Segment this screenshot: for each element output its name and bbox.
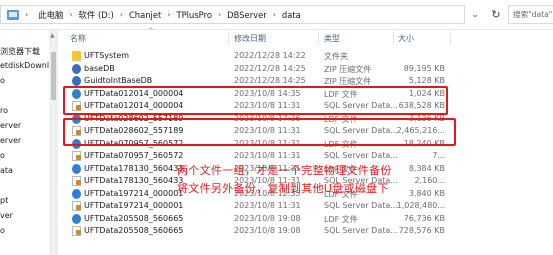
nav-item[interactable]: o [0,151,5,160]
column-divider[interactable] [318,31,319,45]
mdf-icon [72,226,81,236]
file-name: GuidtoIntBaseDB [84,76,153,85]
breadcrumb-data[interactable]: data [282,10,301,20]
file-type: LDF 文件 [324,214,358,224]
file-name: UFTData197214_000001 [84,201,184,210]
file-date: 2023/10/8 11:31 [234,201,301,210]
file-name: UFTData178130_560433 [84,176,184,185]
mdf-icon [72,176,81,186]
breadcrumb-drive-d[interactable]: 软件 (D:) [79,9,114,21]
file-name: UFTData178130_560433 [84,163,184,173]
file-row[interactable]: UFTData205508_560665 2023/10/8 19:08 LDF 文… [58,213,553,225]
column-divider[interactable] [393,31,394,45]
folder-icon [72,51,81,61]
address-bar-area: › 此电脑 › 软件 (D:) › Chanjet › TPlusPro › D… [0,0,553,30]
breadcrumb-dbserver[interactable]: DBServer [227,10,267,20]
chevron-down-icon: ⌄ [471,9,479,20]
file-date: 2023/10/8 19:08 [234,226,301,235]
nav-item[interactable]: 浏览器下载 [0,46,40,57]
refresh-icon: ↻ [491,8,501,21]
file-type: SQL Server Data... [324,151,398,160]
file-size: 89,195 KB [403,63,445,73]
file-row[interactable]: UFTData205508_560665 2023/10/8 19:08 SQL S… [58,225,553,237]
breadcrumb-tpluspro[interactable]: TPlusPro [177,10,212,20]
column-header-date[interactable]: 修改日期 [234,33,266,44]
nav-item[interactable]: o [0,76,5,85]
chevron-right-icon[interactable]: › [167,10,170,19]
nav-item[interactable]: o [0,226,5,235]
annotation-line-1: 两个文件一组，才是一个完整物理文件备份 [177,164,392,177]
highlight-box-group-1 [63,86,448,115]
file-name: UFTSystem [84,51,130,60]
file-type: 文件夹 [324,52,348,61]
file-name: UFTData205508_560665 [84,213,184,223]
nav-item[interactable]: erver [0,121,21,130]
navigation-pane: 浏览器下载 etdiskDownlc o ro erver erver o at… [0,30,52,255]
nav-item[interactable]: ata [0,166,13,175]
chevron-right-icon[interactable]: › [120,10,123,19]
zip-icon [72,76,81,86]
search-placeholder: 搜索"data" [513,10,553,19]
file-type: SQL Server Data... [324,226,398,235]
breadcrumb-this-pc[interactable]: 此电脑 [38,9,63,21]
scrollbar-thumb[interactable] [51,52,56,100]
breadcrumb: 此电脑 › 软件 (D:) › Chanjet › TPlusPro › DBS… [38,9,301,21]
column-header-row: ^ 名称 修改日期 类型 大小 [58,27,553,48]
ldf-icon [72,213,81,224]
file-name: UFTData205508_560665 [84,226,184,235]
file-row[interactable]: UFTData070957_560572 2023/10/8 11:31 SQL S… [58,150,553,162]
file-date: 2023/10/8 11:31 [234,151,301,160]
file-date: 2022/12/28 14:22 [234,51,306,60]
chevron-right-icon[interactable]: › [25,10,28,19]
nav-item[interactable]: pt [0,196,8,205]
this-pc-icon [7,9,19,20]
mdf-icon [72,201,81,211]
file-name: UFTData070957_560572 [84,151,184,160]
file-type: SQL Server Data... [324,201,398,210]
file-size: 2,160... [414,176,445,185]
search-input[interactable]: 搜索"data" [508,5,553,24]
file-row[interactable]: UFTSystem 2022/12/28 14:22 文件夹 [58,50,553,62]
zip-icon [72,63,81,74]
column-divider[interactable] [228,31,229,45]
file-size: 7... [432,151,445,160]
history-dropdown-button[interactable]: ⌄ [465,5,485,24]
scroll-up-icon[interactable]: ▲ [50,32,55,39]
file-date: 2022/12/28 14:25 [234,76,306,85]
file-size: 76,736 KB [403,213,445,223]
nav-item[interactable]: etdiskDownlc [0,61,52,70]
sort-ascending-icon: ^ [148,27,154,35]
file-name: UFTData197214_000001 [84,188,184,198]
column-divider[interactable] [450,31,451,45]
file-name: baseDB [84,63,115,73]
file-row[interactable]: UFTData197214_000001 2023/10/8 11:31 SQL S… [58,200,553,212]
file-date: 2023/10/8 19:08 [234,213,301,223]
mdf-icon [72,151,81,161]
breadcrumb-chanjet[interactable]: Chanjet [129,10,161,20]
file-row[interactable]: baseDB 2022/12/28 14:25 ZIP 压缩文件 89,195 KB [58,63,553,75]
file-size: 1,028,480... [396,201,445,210]
chevron-right-icon[interactable]: › [69,10,72,19]
nav-item[interactable]: erver [0,136,21,145]
annotation-line-2: 将文件另外备份，复制到其他U盘或磁盘下 [177,182,389,195]
file-size: 3,840 KB [408,188,445,198]
column-header-size[interactable]: 大小 [398,33,414,44]
file-size: 8,384 KB [408,163,445,173]
file-size: 5,128 KB [408,76,445,85]
refresh-button[interactable]: ↻ [486,5,506,24]
navigation-scrollbar[interactable]: ▲ [49,30,58,255]
ldf-icon [72,188,81,199]
address-bar[interactable]: › 此电脑 › 软件 (D:) › Chanjet › TPlusPro › D… [0,5,465,24]
file-type: ZIP 压缩文件 [324,64,372,74]
nav-item[interactable]: ver [0,211,13,220]
file-date: 2022/12/28 14:25 [234,63,306,73]
file-size: 728,576 KB [398,226,445,235]
highlight-box-group-2 [63,118,456,146]
ldf-icon [72,163,81,174]
chevron-right-icon[interactable]: › [218,10,221,19]
column-header-name[interactable]: 名称 [70,33,86,44]
chevron-right-icon[interactable]: › [273,10,276,19]
nav-item[interactable]: ro [0,106,8,115]
column-header-type[interactable]: 类型 [324,33,340,44]
